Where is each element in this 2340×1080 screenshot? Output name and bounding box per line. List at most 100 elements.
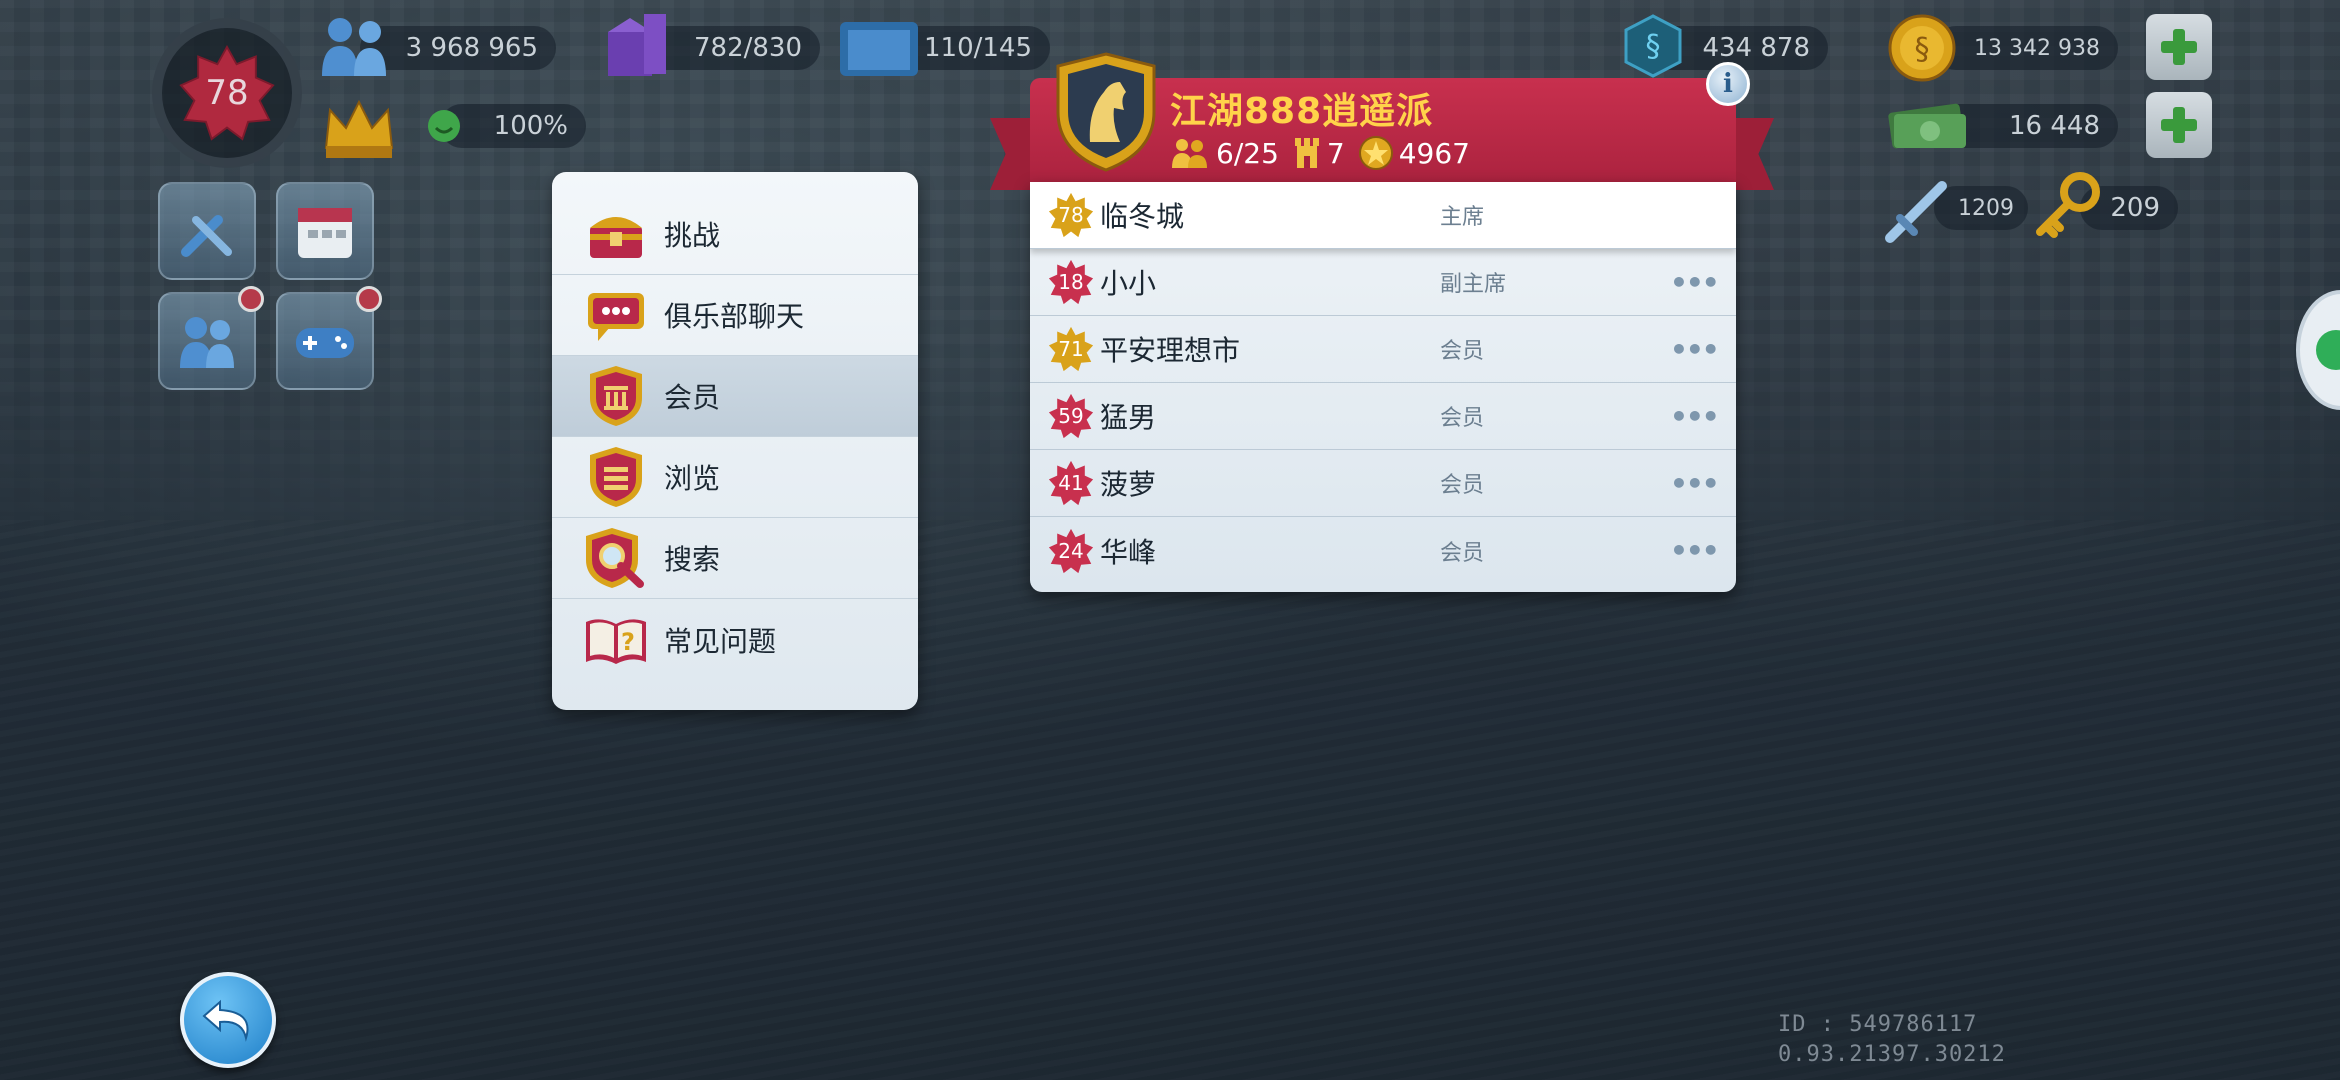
menu-item-label: 搜索: [664, 543, 721, 576]
simoleon-coin-icon: §: [1888, 14, 1956, 82]
war-items-value: 1209: [1958, 195, 2014, 221]
member-row[interactable]: 71 平安理想市 会员 •••: [1030, 316, 1736, 383]
menu-item-search[interactable]: 搜索: [552, 518, 918, 599]
member-row[interactable]: 78 临冬城 主席: [1030, 182, 1736, 249]
club-tower-count: 7: [1293, 136, 1345, 170]
treasure-chest-icon: [582, 200, 650, 268]
simoleons-value: 13 342 938: [1974, 35, 2100, 61]
population-icon: [322, 18, 386, 76]
member-level-value: 78: [1058, 203, 1084, 227]
population-value: 3 968 965: [405, 33, 538, 63]
member-options-button[interactable]: •••: [1670, 266, 1720, 299]
club-name: 江湖888逍遥派: [1170, 91, 1434, 132]
member-role: 会员: [1440, 339, 1485, 364]
member-name: 小小: [1100, 267, 1157, 300]
menu-item-browse[interactable]: 浏览: [552, 437, 918, 518]
people-icon: [180, 317, 234, 368]
svg-text:?: ?: [621, 628, 635, 656]
club-points-value: 4967: [1398, 136, 1470, 170]
member-row[interactable]: 24 华峰 会员 •••: [1030, 517, 1736, 584]
menu-item-faq[interactable]: ? 常见问题: [552, 599, 918, 680]
club-members-list: 78 临冬城 主席 18 小小 副主席 ••• 71 平安理想市 会员 ••• …: [1030, 182, 1736, 592]
simcash-bills-icon: [1888, 103, 1966, 149]
calendar-button[interactable]: [276, 182, 374, 280]
gamepad-icon: [296, 328, 354, 358]
keys-value: 209: [2110, 193, 2160, 223]
wrench-screwdriver-icon: [181, 215, 232, 257]
city-storage-icon: [608, 14, 666, 76]
back-arrow-icon: [202, 999, 249, 1042]
build-tools-button[interactable]: [158, 182, 256, 280]
add-simcash-button[interactable]: [2146, 92, 2212, 158]
golden-key-icon: [2036, 172, 2100, 238]
player-level-indicator[interactable]: 78: [152, 18, 302, 168]
member-options-button[interactable]: •••: [1670, 467, 1720, 500]
menu-item-label: 常见问题: [664, 624, 777, 658]
members-shield-icon: [582, 362, 650, 430]
add-simoleons-button[interactable]: [2146, 14, 2212, 80]
search-shield-icon: [582, 524, 650, 592]
tower-icon: [1294, 138, 1319, 168]
member-level-value: 41: [1058, 471, 1084, 495]
member-level-badge: 71: [1048, 326, 1094, 372]
svg-text:§: §: [1915, 32, 1930, 67]
member-level-badge: 41: [1048, 460, 1094, 506]
member-level-badge: 59: [1048, 393, 1094, 439]
member-name: 临冬城: [1100, 200, 1185, 233]
member-options-button[interactable]: •••: [1670, 400, 1720, 433]
calendar-icon: [298, 208, 352, 258]
club-tower-count-value: 7: [1326, 136, 1345, 170]
member-level-value: 71: [1058, 337, 1084, 361]
menu-item-label: 会员: [664, 381, 721, 414]
neosimoleon-icon: §: [1624, 14, 1682, 78]
menu-item-challenge[interactable]: 挑战: [552, 194, 918, 275]
club-menu-panel: 挑战 俱乐部聊天 会员 浏览 搜索 ? 常见问题: [552, 172, 918, 710]
vip-crown-icon[interactable]: [318, 92, 400, 162]
member-row[interactable]: 41 菠萝 会员 •••: [1030, 450, 1736, 517]
version-text: 0.93.21397.30212: [1778, 1042, 2006, 1067]
level-star-icon: 78: [179, 45, 275, 141]
warehouse-value: 110/145: [923, 33, 1032, 63]
happiness-value: 100%: [493, 111, 568, 141]
member-level-value: 59: [1058, 404, 1084, 428]
player-level-value: 78: [205, 73, 249, 113]
happy-face-icon: [428, 110, 460, 142]
member-role: 副主席: [1440, 272, 1507, 297]
member-name: 华峰: [1100, 535, 1157, 569]
member-row[interactable]: 18 小小 副主席 •••: [1030, 249, 1736, 316]
browse-shield-icon: [582, 443, 650, 511]
chat-bubble-icon: [582, 281, 650, 349]
club-points: 4967: [1358, 136, 1470, 170]
menu-item-club-chat[interactable]: 俱乐部聊天: [552, 275, 918, 356]
member-options-button[interactable]: •••: [1670, 534, 1720, 567]
member-options-button[interactable]: •••: [1670, 333, 1720, 366]
plus-icon: [2161, 29, 2197, 65]
member-level-value: 18: [1058, 270, 1084, 294]
menu-item-label: 浏览: [664, 462, 721, 495]
member-row[interactable]: 59 猛男 会员 •••: [1030, 383, 1736, 450]
info-icon: i: [1723, 69, 1733, 99]
members-icon: [1172, 139, 1207, 168]
notification-dot: [238, 286, 264, 312]
club-stats: 6/25 7 4967: [1170, 136, 1470, 170]
svg-text:§: §: [1646, 29, 1661, 64]
club-member-count-value: 6/25: [1216, 136, 1279, 170]
member-name: 猛男: [1100, 401, 1157, 434]
simcash-value: 16 448: [2009, 111, 2100, 141]
club-emblem-horse-icon[interactable]: [1054, 52, 1158, 172]
member-role: 会员: [1440, 473, 1485, 498]
member-level-value: 24: [1058, 538, 1084, 563]
back-button[interactable]: [180, 972, 276, 1068]
club-member-count: 6/25: [1170, 136, 1279, 170]
storage-value: 782/830: [693, 33, 802, 63]
member-role: 会员: [1440, 406, 1485, 431]
simoleons-counter[interactable]: 13 342 938: [1934, 26, 2118, 70]
menu-item-members[interactable]: 会员: [552, 356, 918, 437]
member-level-badge: 18: [1048, 259, 1094, 305]
member-role: 会员: [1440, 540, 1485, 566]
club-info-button[interactable]: i: [1706, 62, 1750, 106]
notification-dot: [356, 286, 382, 312]
member-level-badge: 78: [1048, 192, 1094, 238]
build-info: ID : 549786117 0.93.21397.30212: [1778, 1010, 2006, 1070]
neosimoleons-value: 434 878: [1702, 33, 1810, 63]
